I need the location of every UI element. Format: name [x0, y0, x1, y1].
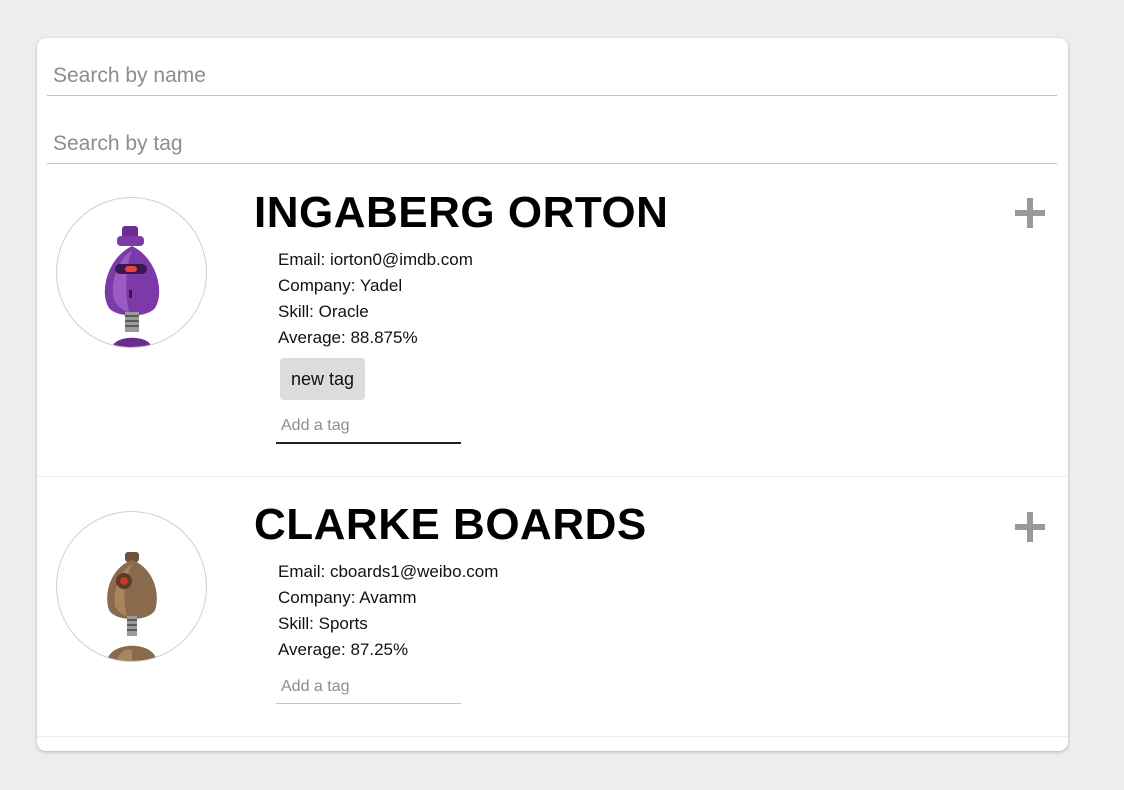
student-skill: Skill: Sports — [278, 614, 368, 633]
avatar — [56, 197, 207, 348]
student-average: Average: 88.875% — [278, 328, 418, 347]
student-email: Email: cboards1@weibo.com — [278, 562, 499, 581]
add-tag-input[interactable] — [276, 670, 461, 704]
tag-chip: new tag — [280, 358, 366, 400]
students-card: INGABERG ORTON Email: iorton0@imdb.com C… — [37, 38, 1068, 751]
expand-plus-icon[interactable] — [1013, 510, 1047, 544]
robot-avatar-icon — [107, 552, 157, 661]
avatar — [56, 511, 207, 662]
search-by-tag-input[interactable] — [47, 106, 1057, 164]
student-info: Email: iorton0@imdb.com Company: Yadel S… — [278, 247, 473, 351]
student-name: INGABERG ORTON — [254, 188, 669, 237]
expand-plus-icon[interactable] — [1013, 196, 1047, 230]
student-average: Average: 87.25% — [278, 640, 409, 659]
add-tag-input[interactable] — [276, 410, 461, 444]
student-skill: Skill: Oracle — [278, 302, 369, 321]
student-info: Email: cboards1@weibo.com Company: Avamm… — [278, 559, 498, 663]
student-company: Company: Avamm — [278, 588, 417, 607]
student-name: CLARKE BOARDS — [254, 500, 647, 549]
search-by-name-input[interactable] — [47, 38, 1057, 96]
robot-avatar-icon — [104, 226, 160, 347]
student-item: INGABERG ORTON Email: iorton0@imdb.com C… — [37, 165, 1068, 477]
student-email: Email: iorton0@imdb.com — [278, 250, 473, 269]
student-company: Company: Yadel — [278, 276, 403, 295]
student-item: CLARKE BOARDS Email: cboards1@weibo.com … — [37, 477, 1068, 737]
